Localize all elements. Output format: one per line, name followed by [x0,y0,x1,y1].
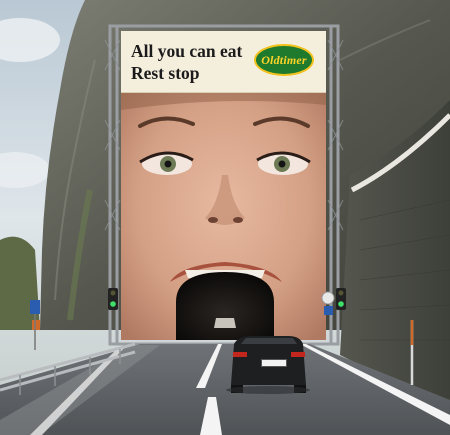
hillside [0,236,40,330]
oncoming-car [214,318,236,328]
billboard-headline: All you can eat Rest stop [131,40,242,84]
billboard-banner: All you can eat Rest stop Oldtimer [121,31,326,93]
license-plate [261,359,287,367]
headline-line-2: Rest stop [131,63,200,83]
headline-line-1: All you can eat [131,41,243,61]
oldtimer-logo: Oldtimer [254,44,314,76]
logo-text: Oldtimer [261,52,307,67]
traffic-light-icon [108,288,118,310]
traffic-light-icon [336,288,346,310]
tunnel-mouth [176,272,274,340]
ad-scene: All you can eat Rest stop Oldtimer [0,0,450,435]
